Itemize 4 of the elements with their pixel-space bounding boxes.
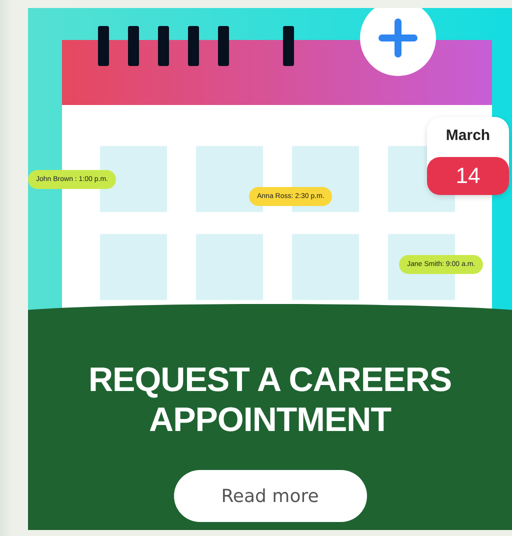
read-more-button[interactable]: Read more xyxy=(174,470,366,522)
card-title: REQUEST A CAREERS APPOINTMENT xyxy=(87,360,453,440)
month-label: March xyxy=(446,126,490,146)
day-number: 14 xyxy=(427,157,509,195)
